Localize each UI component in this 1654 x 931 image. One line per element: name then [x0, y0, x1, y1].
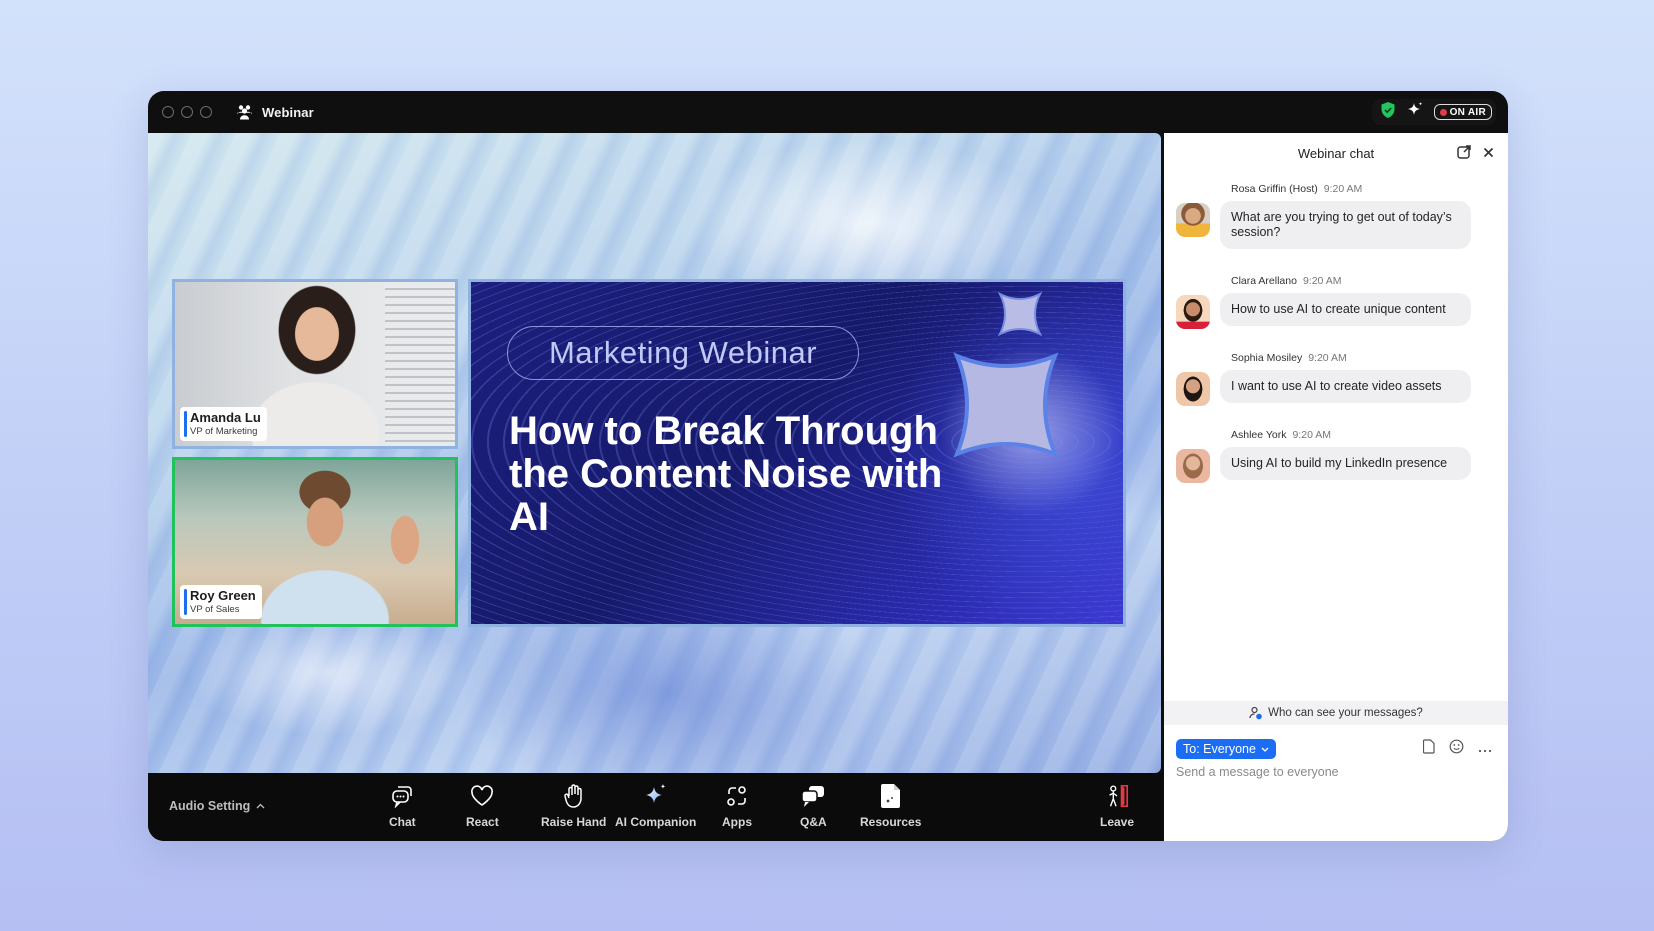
message-time: 9:20 AM	[1292, 429, 1331, 441]
react-button[interactable]: React	[466, 783, 499, 829]
maximize-window-button[interactable]	[200, 106, 212, 118]
message-sender: Rosa Griffin (Host)	[1231, 183, 1318, 195]
message-bubble: What are you trying to get out of today’…	[1220, 201, 1471, 249]
qa-icon	[800, 783, 826, 809]
message-bubble: I want to use AI to create video assets	[1220, 370, 1471, 403]
message-bubble: Using AI to build my LinkedIn presence	[1220, 447, 1471, 480]
chat-icon	[389, 783, 415, 809]
chat-button[interactable]: Chat	[389, 783, 416, 829]
message-sender: Clara Arellano	[1231, 275, 1297, 287]
chat-header: Webinar chat	[1164, 133, 1508, 173]
participant-name: Amanda Lu	[190, 410, 261, 425]
participant-name: Roy Green	[190, 588, 256, 603]
app-title: Webinar	[262, 104, 314, 120]
live-dot-icon	[1439, 108, 1447, 116]
raise-hand-button[interactable]: Raise Hand	[541, 783, 606, 829]
message-time: 9:20 AM	[1302, 275, 1342, 287]
more-options-icon[interactable]	[1478, 740, 1492, 758]
chat-message: Sophia Mosiley 9:20 AM I want to use AI t…	[1176, 352, 1496, 406]
message-meta: Ashlee York 9:20 AM	[1231, 429, 1496, 441]
privacy-notice-button[interactable]: Who can see your messages?	[1164, 701, 1508, 725]
message-meta: Clara Arellano 9:20 AM	[1231, 275, 1496, 287]
apps-label: Apps	[722, 815, 752, 829]
message-meta: Rosa Griffin (Host) 9:20 AM	[1231, 183, 1496, 195]
participant-nametag: Amanda Lu VP of Marketing	[180, 407, 267, 441]
title-bar: Webinar ON AIR	[148, 91, 1508, 133]
ai-companion-button[interactable]: AI Companion	[615, 783, 696, 829]
resources-label: Resources	[860, 815, 922, 829]
message-input[interactable]	[1176, 765, 1486, 779]
recipient-dropdown[interactable]: To: Everyone	[1176, 739, 1276, 759]
on-air-label: ON AIR	[1449, 106, 1486, 118]
qa-button[interactable]: Q&A	[800, 783, 827, 829]
avatar[interactable]	[1176, 295, 1210, 329]
message-meta: Sophia Mosiley 9:20 AM	[1231, 352, 1496, 364]
audio-setting-button[interactable]: Audio Setting	[169, 799, 265, 813]
webinar-chat-panel: Webinar chat Rosa Griffin (Host) 9:20 AM …	[1164, 133, 1508, 841]
participant-nametag: Roy Green VP of Sales	[180, 585, 262, 619]
react-label: React	[466, 815, 499, 829]
document-icon	[878, 783, 904, 809]
message-sender: Ashlee York	[1231, 429, 1287, 441]
emoji-icon[interactable]	[1449, 739, 1464, 759]
webinar-window: Webinar ON AIR Amanda Lu VP of Marketing	[148, 91, 1508, 841]
recipient-label: To: Everyone	[1183, 742, 1256, 756]
message-time: 9:20 AM	[1323, 183, 1363, 195]
webinar-people-icon	[236, 103, 254, 121]
minimize-window-button[interactable]	[181, 106, 193, 118]
slide-star-small-icon	[997, 291, 1043, 337]
qa-label: Q&A	[800, 815, 827, 829]
leave-icon	[1104, 783, 1130, 809]
video-stage: Amanda Lu VP of Marketing Roy Green VP o…	[148, 133, 1161, 773]
person-visibility-icon	[1249, 706, 1262, 720]
slide-tag: Marketing Webinar	[507, 326, 859, 380]
chat-message: Clara Arellano 9:20 AM How to use AI to c…	[1176, 275, 1496, 329]
avatar[interactable]	[1176, 449, 1210, 483]
apps-icon	[724, 783, 750, 809]
ai-companion-label: AI Companion	[615, 815, 697, 829]
video-tile-amanda-lu[interactable]: Amanda Lu VP of Marketing	[172, 279, 458, 449]
shared-slide: Marketing Webinar How to Break Through t…	[468, 279, 1126, 627]
meeting-toolbar: Audio Setting Chat React Raise Hand AI C…	[148, 773, 1163, 841]
close-window-button[interactable]	[162, 106, 174, 118]
sparkle-icon	[643, 783, 669, 809]
participant-role: VP of Marketing	[190, 426, 258, 437]
participant-role: VP of Sales	[190, 604, 240, 615]
composer-actions	[1422, 739, 1492, 759]
title-bar-status: ON AIR	[1371, 99, 1496, 125]
ai-companion-sparkle-icon[interactable]	[1406, 101, 1424, 124]
close-icon[interactable]	[1483, 146, 1494, 161]
chevron-down-icon	[1261, 747, 1269, 752]
raise-hand-label: Raise Hand	[541, 815, 607, 829]
hand-icon	[561, 783, 587, 809]
window-controls	[162, 106, 212, 118]
chat-title: Webinar chat	[1297, 145, 1375, 161]
message-sender: Sophia Mosiley	[1231, 352, 1303, 364]
apps-button[interactable]: Apps	[722, 783, 752, 829]
leave-label: Leave	[1100, 815, 1135, 829]
video-tile-roy-green[interactable]: Roy Green VP of Sales	[172, 457, 458, 627]
popout-icon[interactable]	[1457, 145, 1471, 162]
avatar[interactable]	[1176, 203, 1210, 237]
audio-setting-label: Audio Setting	[169, 799, 251, 813]
heart-icon	[469, 783, 495, 809]
message-bubble: How to use AI to create unique content	[1220, 293, 1471, 326]
leave-button[interactable]: Leave	[1100, 783, 1134, 829]
file-icon[interactable]	[1422, 739, 1435, 759]
slide-headline: How to Break Through the Content Noise w…	[509, 409, 943, 539]
resources-button[interactable]: Resources	[860, 783, 921, 829]
avatar[interactable]	[1176, 372, 1210, 406]
security-shield-icon[interactable]	[1380, 101, 1396, 124]
privacy-notice-label: Who can see your messages?	[1268, 707, 1423, 719]
on-air-badge: ON AIR	[1433, 104, 1492, 120]
message-time: 9:20 AM	[1308, 352, 1347, 364]
chat-label: Chat	[389, 815, 416, 829]
chevron-up-icon	[256, 803, 265, 809]
chat-message: Ashlee York 9:20 AM Using AI to build my …	[1176, 429, 1496, 483]
chat-message: Rosa Griffin (Host) 9:20 AM What are you …	[1176, 183, 1496, 249]
